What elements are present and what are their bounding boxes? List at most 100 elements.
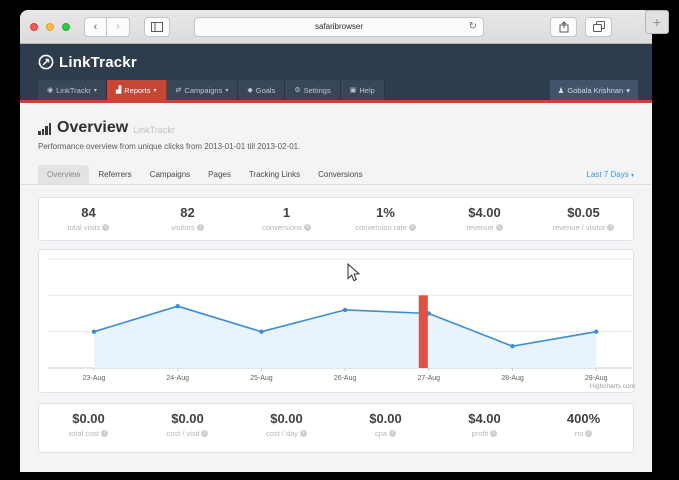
nav-item-label: Reports — [124, 86, 150, 95]
address-bar[interactable]: safaribrowser ↻ — [194, 17, 484, 37]
info-icon[interactable]: i — [389, 430, 396, 437]
tab-overview[interactable]: Overview — [38, 165, 89, 184]
nav-item-settings[interactable]: ⚙ Settings — [285, 80, 340, 100]
app-logo-text[interactable]: LinkTrackr — [59, 54, 137, 71]
stats-card-top: 84total visitsi82visitorsi1conversionsi1… — [38, 197, 634, 241]
user-name: Gobala Krishnan — [567, 86, 623, 95]
info-icon[interactable]: i — [496, 224, 503, 231]
tab-tracking-links[interactable]: Tracking Links — [240, 165, 309, 184]
stat-value: $0.00 — [237, 411, 336, 426]
nav-item-linktrackr[interactable]: ◉LinkTrackr▾ — [38, 80, 107, 100]
info-icon[interactable]: i — [607, 224, 614, 231]
stat-cost-visit: $0.00 cost / visiti — [138, 404, 237, 452]
stat-label: revenue / visitori — [534, 223, 633, 232]
nav-item-goals[interactable]: ◆ Goals — [238, 80, 285, 100]
nav-item-label: Campaigns — [184, 86, 222, 95]
page-title-suffix: LinkTrackr — [133, 125, 175, 137]
svg-text:23-Aug: 23-Aug — [83, 375, 106, 382]
stats-card-bottom: $0.00total costi$0.00cost / visiti$0.00c… — [38, 403, 634, 453]
svg-text:27-Aug: 27-Aug — [418, 375, 441, 382]
nav-item-label: Settings — [304, 86, 331, 95]
stat-value: 84 — [39, 205, 138, 220]
reload-icon[interactable]: ↻ — [469, 22, 477, 32]
nav-item-label: LinkTrackr — [56, 86, 91, 95]
info-icon[interactable]: i — [197, 224, 204, 231]
new-tab-button[interactable]: + — [645, 10, 669, 34]
tab-referrers[interactable]: Referrers — [89, 165, 140, 184]
stat-total-cost: $0.00total costi — [39, 404, 138, 452]
stat-value: $0.05 — [534, 205, 633, 220]
info-icon[interactable]: i — [101, 430, 108, 437]
page-header: Overview LinkTrackr Performance overview… — [20, 103, 652, 151]
mouse-cursor — [347, 263, 360, 282]
svg-text:26-Aug: 26-Aug — [334, 375, 357, 382]
address-text: safaribrowser — [315, 22, 363, 31]
stat-revenue: $4.00revenuei — [435, 198, 534, 240]
forward-button[interactable]: › — [107, 17, 130, 37]
info-icon[interactable]: i — [201, 430, 208, 437]
nav-item-reports[interactable]: ▟Reports▾ — [107, 80, 167, 100]
chevron-down-icon: ▾ — [626, 86, 630, 95]
stat-label: cpai — [336, 429, 435, 438]
info-icon[interactable]: i — [585, 430, 592, 437]
stat-value: $0.00 — [336, 411, 435, 426]
info-icon[interactable]: i — [102, 224, 109, 231]
sidebar-toggle-button[interactable] — [144, 17, 170, 37]
minimize-window-button[interactable] — [46, 23, 54, 31]
stat-value: $4.00 — [435, 411, 534, 426]
tab-pages[interactable]: Pages — [199, 165, 240, 184]
stat-roi: 400% roii — [534, 404, 633, 452]
globe-icon: ◉ — [47, 86, 53, 94]
stat-conversions: 1conversionsi — [237, 198, 336, 240]
info-icon[interactable]: i — [409, 224, 416, 231]
stat-revenue-visitor: $0.05 revenue / visitori — [534, 198, 633, 240]
nav-item-help[interactable]: ▣Help — [341, 80, 385, 100]
close-window-button[interactable] — [30, 23, 38, 31]
stat-value: 400% — [534, 411, 633, 426]
wrench-icon: ⚙ — [294, 86, 300, 94]
show-tabs-button[interactable] — [585, 17, 612, 37]
share-icon — [559, 21, 569, 33]
stat-value: $0.00 — [39, 411, 138, 426]
page-description: Performance overview from unique clicks … — [38, 142, 634, 151]
svg-text:28-Aug: 28-Aug — [501, 375, 524, 382]
stat-label: conversion ratei — [336, 223, 435, 232]
main-nav: ◉LinkTrackr▾▟Reports▾⇄Campaigns▾◆Goals⚙S… — [20, 80, 652, 103]
chevron-down-icon: ▾ — [94, 87, 97, 94]
stat-label: conversionsi — [237, 223, 336, 232]
svg-text:25-Aug: 25-Aug — [250, 375, 273, 382]
tab-campaigns[interactable]: Campaigns — [141, 165, 199, 184]
chevron-down-icon: ▾ — [154, 87, 157, 94]
stat-visitors: 82 visitorsi — [138, 198, 237, 240]
chevron-down-icon: ▾ — [225, 87, 228, 94]
stat-value: $0.00 — [138, 411, 237, 426]
browser-window: ‹ › safaribrowser ↻ — [20, 10, 652, 472]
visits-area-chart: 23-Aug24-Aug25-Aug26-Aug27-Aug28-Aug29-A… — [39, 250, 641, 390]
chevron-down-icon: ▾ — [631, 173, 634, 179]
stat-label: visitorsi — [138, 223, 237, 232]
camera-icon: ▣ — [350, 86, 357, 94]
stat-cost-day: $0.00 cost / dayi — [237, 404, 336, 452]
stat-profit: $4.00profiti — [435, 404, 534, 452]
report-tabs: OverviewReferrersCampaignsPagesTracking … — [20, 165, 652, 185]
zoom-window-button[interactable] — [62, 23, 70, 31]
stat-label: cost / visiti — [138, 429, 237, 438]
tab-conversions[interactable]: Conversions — [309, 165, 371, 184]
stat-conversion-rate: 1%conversion ratei — [336, 198, 435, 240]
stat-label: cost / dayi — [237, 429, 336, 438]
info-icon[interactable]: i — [490, 430, 497, 437]
visits-chart-card: 23-Aug24-Aug25-Aug26-Aug27-Aug28-Aug29-A… — [38, 249, 634, 393]
stat-label: roii — [534, 429, 633, 438]
nav-item-label: Goals — [256, 86, 276, 95]
user-menu-button[interactable]: ♟Gobala Krishnan▾ — [550, 80, 638, 100]
nav-item-campaigns[interactable]: ⇄Campaigns▾ — [167, 80, 239, 100]
info-icon[interactable]: i — [300, 430, 307, 437]
date-range-selector[interactable]: Last 7 Days ▾ — [587, 170, 635, 179]
gem-icon: ◆ — [247, 86, 252, 94]
page-title: Overview — [57, 119, 128, 137]
stat-value: 82 — [138, 205, 237, 220]
back-button[interactable]: ‹ — [84, 17, 107, 37]
share-button[interactable] — [550, 17, 577, 37]
linktrackr-logo-icon — [38, 54, 54, 70]
info-icon[interactable]: i — [304, 224, 311, 231]
